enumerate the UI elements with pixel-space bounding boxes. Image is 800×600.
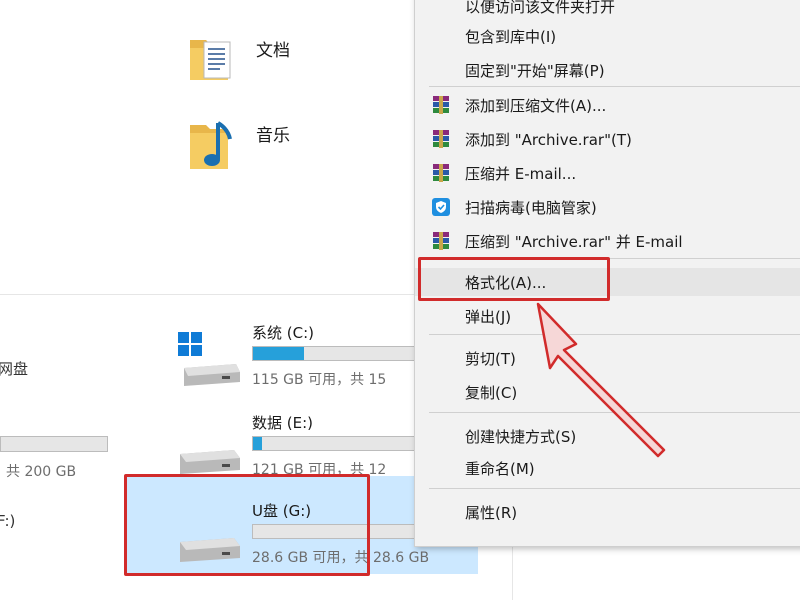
menu-item-include-in-library[interactable]: 包含到库中(I) [415, 22, 800, 50]
menu-separator [429, 86, 800, 87]
folder-music-label: 音乐 [256, 126, 290, 146]
menu-item-scan-virus[interactable]: 扫描病毒(电脑管家) [415, 193, 800, 221]
menu-item-label: 压缩并 E-mail... [465, 164, 577, 183]
annotation-box-usb-drive [124, 474, 370, 576]
menu-separator [429, 412, 800, 413]
menu-item-label: 创建快捷方式(S) [465, 427, 577, 446]
menu-separator [429, 488, 800, 489]
music-folder-icon [190, 121, 232, 169]
menu-item-label: 以便访问该文件夹打开 [465, 0, 616, 16]
drive-c-name: 系统 (C:) [252, 324, 314, 342]
menu-item-add-to-archive[interactable]: 添加到压缩文件(A)... [415, 91, 800, 119]
menu-item-label: 压缩到 "Archive.rar" 并 E-mail [465, 232, 683, 251]
network-drive-label: 网盘 [0, 360, 29, 378]
documents-folder-icon [190, 40, 231, 80]
winrar-icon [433, 130, 449, 148]
menu-item-compress-and-email[interactable]: 压缩并 E-mail... [415, 159, 800, 187]
menu-item-label: 添加到 "Archive.rar"(T) [465, 130, 632, 149]
menu-item-label: 扫描病毒(电脑管家) [465, 198, 597, 217]
winrar-icon [433, 96, 449, 114]
menu-separator [429, 334, 800, 335]
menu-item-copy[interactable]: 复制(C) [415, 378, 800, 406]
winrar-icon [433, 164, 449, 182]
drive-c-free-text: 115 GB 可用，共 15 [252, 372, 387, 388]
menu-item-pin-to-start[interactable]: 固定到"开始"屏幕(P) [415, 56, 800, 84]
menu-item-properties[interactable]: 属性(R) [415, 498, 800, 526]
folder-documents-label: 文档 [256, 41, 290, 61]
menu-item-rename[interactable]: 重命名(M) [415, 454, 800, 482]
windows-drive-icon [178, 332, 240, 386]
menu-item-label: 复制(C) [465, 383, 518, 402]
annotation-box-format [418, 257, 610, 301]
winrar-icon [433, 232, 449, 250]
left-drive-free-text: 共 200 GB [6, 464, 77, 480]
menu-item-add-to-archive-rar[interactable]: 添加到 "Archive.rar"(T) [415, 125, 800, 153]
drive-e-name: 数据 (E:) [252, 414, 314, 432]
menu-item-label: 固定到"开始"屏幕(P) [465, 61, 605, 80]
menu-item-compress-to-rar-and-email[interactable]: 压缩到 "Archive.rar" 并 E-mail [415, 227, 800, 255]
menu-item-eject[interactable]: 弹出(J) [415, 302, 800, 330]
folder-documents[interactable]: 文档 [188, 30, 290, 84]
menu-item-label: 添加到压缩文件(A)... [465, 96, 607, 115]
drive-e-used-fill [253, 437, 262, 450]
left-drive-capacity-bar [0, 436, 108, 452]
menu-item-label: 弹出(J) [465, 307, 512, 326]
shield-icon [432, 198, 450, 216]
menu-item-cut[interactable]: 剪切(T) [415, 344, 800, 372]
folder-music[interactable]: 音乐 [188, 115, 290, 175]
menu-item-create-shortcut[interactable]: 创建快捷方式(S) [415, 422, 800, 450]
menu-item-label: 剪切(T) [465, 349, 516, 368]
drive-c-used-fill [253, 347, 304, 360]
hard-drive-icon [180, 450, 240, 474]
menu-item-label: 重命名(M) [465, 459, 535, 478]
menu-item-label: 包含到库中(I) [465, 27, 557, 46]
menu-item-label: 属性(R) [465, 503, 518, 522]
menu-item-open-access[interactable]: 以便访问该文件夹打开 [415, 0, 800, 20]
left-drive-letter: F:) [0, 512, 16, 530]
